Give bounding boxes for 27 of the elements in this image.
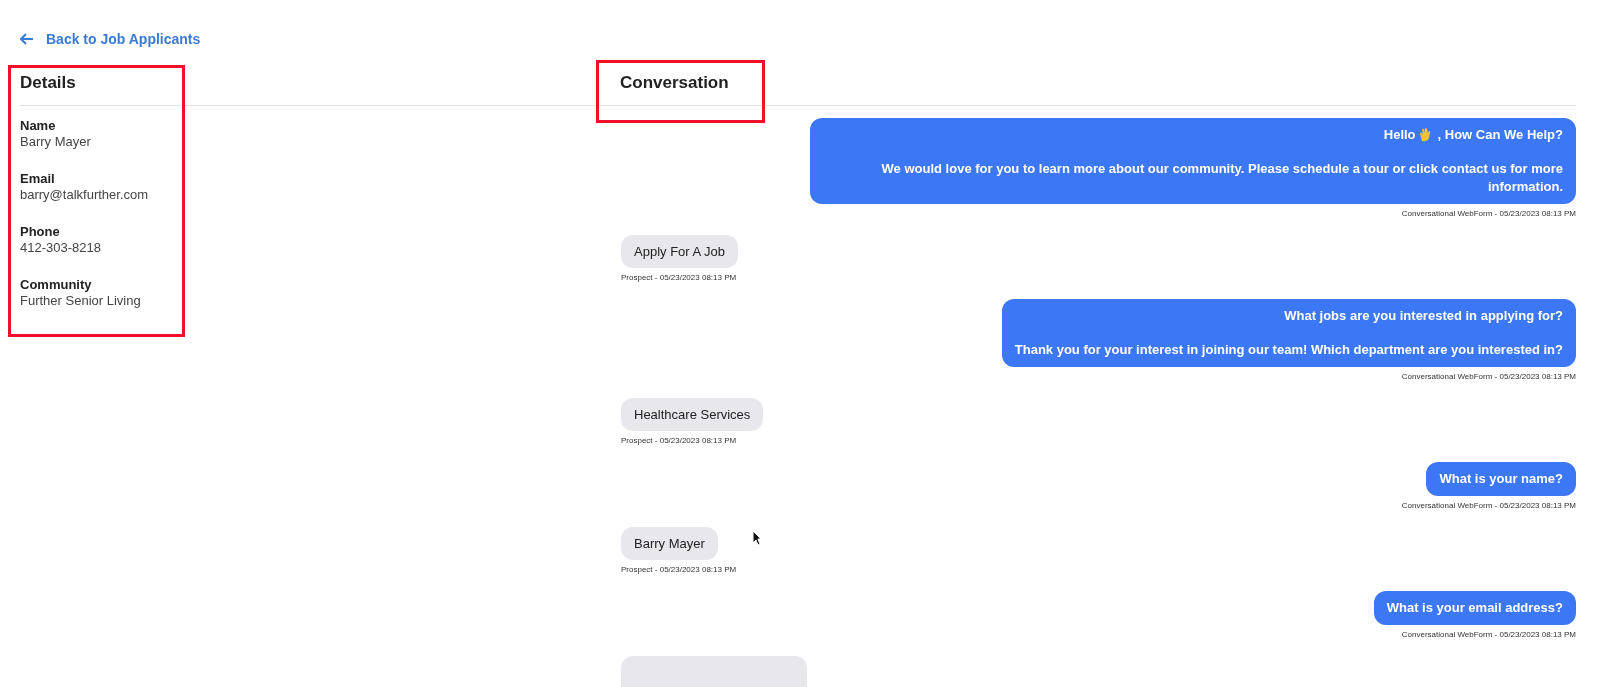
message-timestamp: Conversational WebForm - 05/23/2023 08:13 PM: [1401, 630, 1576, 639]
field-label: Community: [20, 277, 93, 292]
field-value: Barry Mayer: [20, 134, 92, 149]
message-timestamp: Prospect - 05/23/2023 08:13 PM: [621, 565, 737, 574]
message-timestamp: Prospect - 05/23/2023 08:13 PM: [621, 273, 737, 282]
field-value: 412-303-8218: [20, 240, 102, 255]
cursor-icon: [752, 530, 762, 546]
message-bubble: What is your email address?: [1373, 591, 1576, 625]
field-value: barry@talkfurther.com: [20, 187, 150, 202]
back-arrow-icon: [20, 33, 34, 45]
message-bubble: What jobs are you interested in applying for? Thank you for your interest in joining our team! Which department are you interested in?: [1001, 299, 1576, 367]
message-bubble: Healthcare Services: [621, 398, 764, 431]
message-timestamp: Prospect - 05/23/2023 08:13 PM: [621, 436, 737, 445]
field-label: Phone: [20, 224, 61, 239]
section-title: Details: [20, 73, 76, 92]
field-value: Further Senior Living: [20, 293, 142, 308]
message-timestamp: Conversational WebForm - 05/23/2023 08:13 PM: [1401, 372, 1576, 381]
message-bubble: Hello , How Can We Help? We would love for you to learn more about our community. Please schedule a tour or click contact us for more information.: [810, 118, 1576, 204]
message-bubble: Apply For A Job: [621, 235, 739, 268]
field-label: Name: [20, 118, 57, 133]
back-link[interactable]: Back to Job Applicants: [20, 31, 201, 47]
message-timestamp: Conversational WebForm - 05/23/2023 08:13 PM: [1401, 501, 1576, 510]
section-title: Conversation: [620, 73, 729, 92]
message-bubble: What is your name?: [1426, 462, 1576, 496]
message-timestamp: Conversational WebForm - 05/23/2023 08:13 PM: [1401, 209, 1576, 218]
message-bubble: Barry Mayer: [621, 527, 718, 560]
field-label: Email: [20, 171, 56, 186]
